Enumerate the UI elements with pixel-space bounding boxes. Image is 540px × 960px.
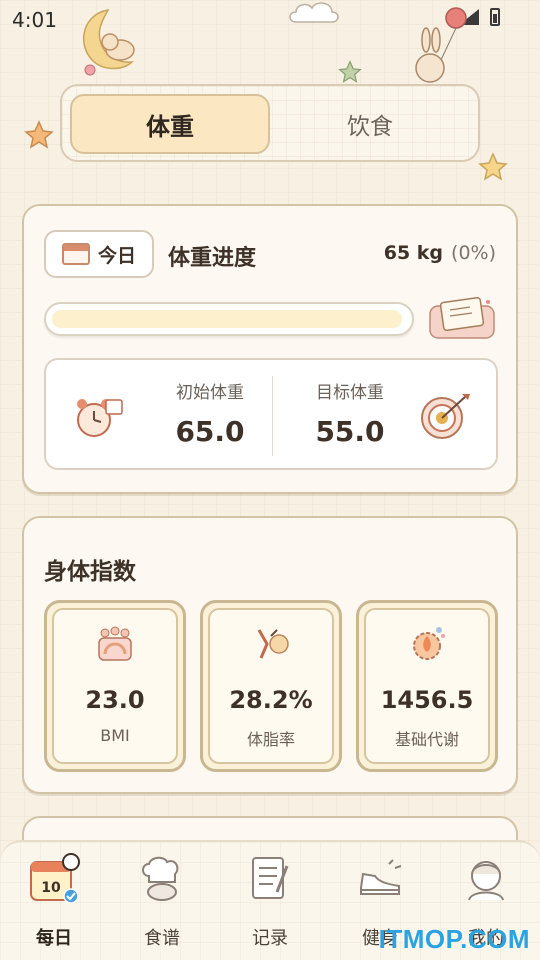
initial-weight: 初始体重 65.0 <box>150 378 270 448</box>
weight-stats: 初始体重 65.0 目标体重 55.0 <box>44 358 498 470</box>
today-label: 今日 <box>97 244 136 267</box>
cloud-icon <box>289 2 339 23</box>
battery-icon <box>490 8 500 26</box>
body-fat-value: 28.2% <box>229 686 313 714</box>
star-icon <box>338 60 362 83</box>
body-fat-card[interactable]: 28.2% 体脂率 <box>200 600 342 772</box>
sneaker-icon <box>360 859 402 895</box>
body-fat-icon <box>257 629 289 659</box>
weight-progress-title: 体重进度 <box>168 246 257 271</box>
progress-fill <box>52 310 402 328</box>
calendar-badge: 10 <box>41 880 61 896</box>
today-button[interactable]: 今日 <box>44 230 154 278</box>
chef-icon <box>142 856 179 901</box>
nav-recipes-label: 食谱 <box>144 928 180 949</box>
calendar-icon: 10 <box>30 853 80 904</box>
body-fat-label: 体脂率 <box>246 730 295 749</box>
body-index-title: 身体指数 <box>44 559 136 585</box>
nav-recipes[interactable]: 食谱 <box>122 852 202 950</box>
diary-book-icon[interactable] <box>428 296 496 340</box>
current-weight: 65 kg (0%) <box>384 242 496 264</box>
watermark-text: ITMOP.COM <box>378 924 530 954</box>
bmr-card[interactable]: 1456.5 基础代谢 <box>356 600 498 772</box>
profile-icon <box>468 861 504 901</box>
target-trophy-icon <box>421 394 470 439</box>
weight-progress-bar <box>44 302 414 336</box>
moon-cat-illustration <box>82 9 135 76</box>
bmi-value: 23.0 <box>85 686 145 714</box>
initial-weight-value: 65.0 <box>175 415 245 448</box>
nav-records-label: 记录 <box>252 928 288 949</box>
status-time: 4:01 <box>12 8 57 32</box>
body-index-card: 身体指数 23.0 BMI 28.2% 体脂率 1456.5 基础代谢 <box>22 516 518 794</box>
target-weight-label: 目标体重 <box>316 383 384 403</box>
bmi-label: BMI <box>100 726 130 745</box>
metabolism-icon <box>413 627 445 660</box>
nav-daily-label: 每日 <box>36 928 72 949</box>
tab-diet[interactable]: 饮食 <box>270 94 470 154</box>
current-weight-value: 65 kg <box>383 242 444 264</box>
weight-progress-card: 今日 体重进度 65 kg (0%) 初始体重 65.0 目标体重 55.0 <box>22 204 518 494</box>
initial-weight-label: 初始体重 <box>176 383 244 403</box>
bmr-value: 1456.5 <box>380 686 474 714</box>
tab-weight[interactable]: 体重 <box>70 94 270 154</box>
stats-divider <box>272 376 273 456</box>
bunny-balloon-illustration <box>415 7 467 83</box>
calendar-icon <box>61 243 90 265</box>
view-toggle: 体重 饮食 <box>60 84 480 162</box>
notebook-icon <box>252 857 289 899</box>
star-icon <box>24 120 54 149</box>
progress-percent: (0%) <box>451 242 496 264</box>
bmr-label: 基础代谢 <box>394 730 459 749</box>
bmi-card[interactable]: 23.0 BMI <box>44 600 186 772</box>
target-weight: 目标体重 55.0 <box>290 378 410 448</box>
target-weight-value: 55.0 <box>315 415 385 448</box>
bmi-scale-icon <box>98 626 132 661</box>
nav-daily[interactable]: 10 每日 <box>14 852 94 950</box>
nav-records[interactable]: 记录 <box>230 852 310 950</box>
alarm-clock-icon <box>77 399 123 437</box>
star-icon <box>478 152 508 181</box>
